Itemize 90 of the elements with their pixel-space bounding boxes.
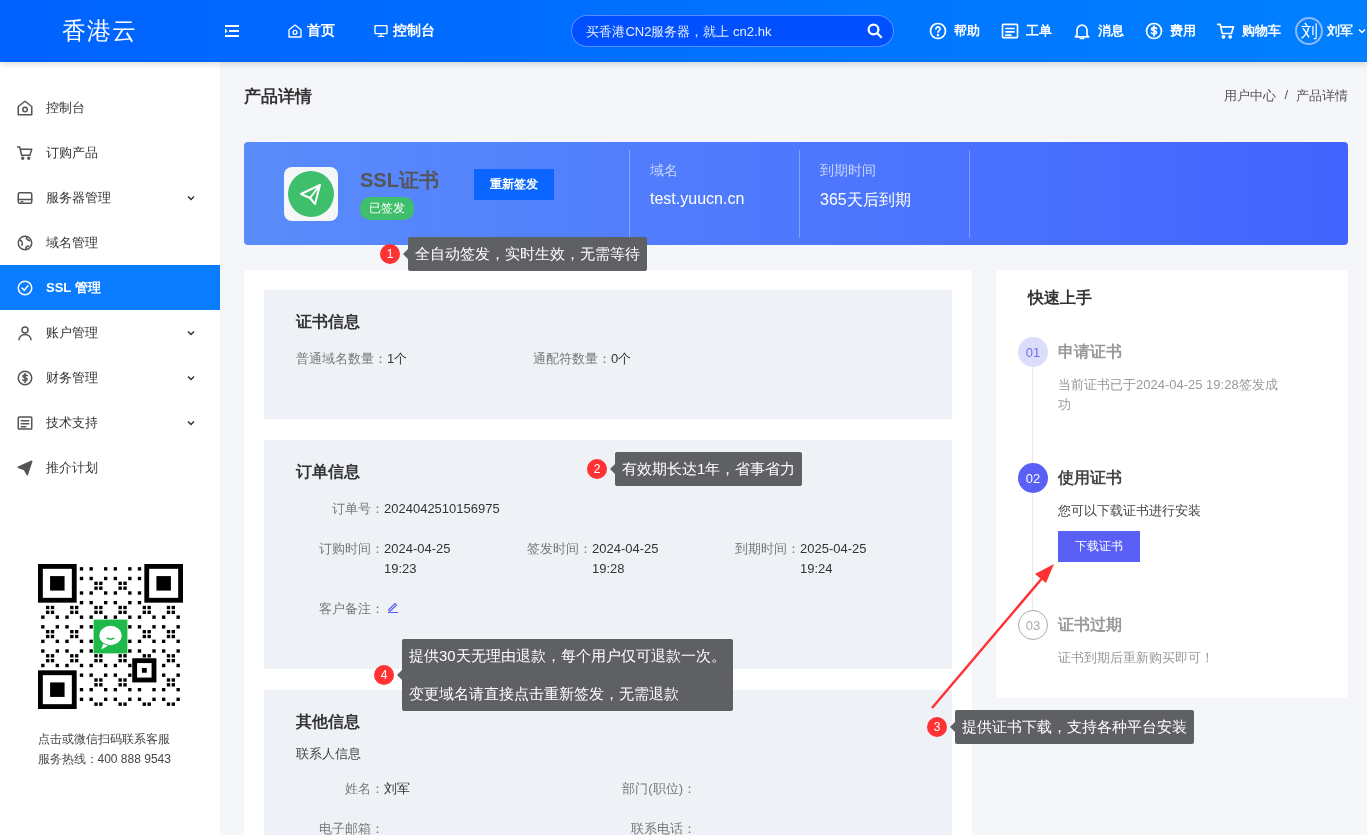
- monitor-icon: [373, 23, 390, 39]
- fact-value: test.yuucn.cn: [650, 189, 746, 208]
- sidebar-item[interactable]: 控制台: [0, 85, 220, 130]
- field-value: 1个: [387, 350, 408, 368]
- dollar-icon: [1144, 21, 1164, 41]
- fact-value: 365天后到期: [820, 189, 912, 210]
- callout-tooltip: 全自动签发，实时生效，无需等待: [403, 237, 647, 271]
- header-link[interactable]: 费用: [1144, 21, 1196, 41]
- paper-plane-icon: [16, 458, 34, 477]
- field-label: 电子邮箱：: [318, 820, 384, 835]
- hotline-text: 服务热线：400 888 9543: [37, 751, 172, 768]
- field-value: 0个: [611, 350, 632, 368]
- section-title: 其他信息: [296, 712, 360, 732]
- product-name: SSL证书: [360, 168, 439, 193]
- bell-icon: [1072, 21, 1092, 41]
- step-title: 使用证书: [1058, 468, 1123, 488]
- home-icon: [287, 23, 304, 39]
- field-value: 刘军: [384, 780, 410, 798]
- step-description: 当前证书已于2024-04-25 19:28签发成功: [1058, 376, 1279, 414]
- step-number: 03: [1018, 610, 1048, 640]
- sidebar-item[interactable]: SSL 管理: [0, 265, 220, 310]
- help-icon: [928, 21, 948, 41]
- section-title: 证书信息: [296, 312, 360, 332]
- sidebar-item[interactable]: 推介计划: [0, 445, 220, 490]
- user-avatar: 刘: [1295, 17, 1323, 45]
- step-number: 01: [1018, 337, 1048, 367]
- step-title: 申请证书: [1058, 342, 1123, 362]
- site-logo[interactable]: 香港云: [0, 15, 199, 47]
- menu-icon[interactable]: [225, 25, 240, 37]
- section-subtitle: 联系人信息: [296, 745, 361, 763]
- field-value: 2024042510156975: [384, 500, 500, 518]
- header-link[interactable]: 工单: [1000, 21, 1052, 41]
- field-label: 订单号：: [331, 500, 384, 518]
- fact-label: 到期时间: [820, 161, 877, 180]
- field-label: 到期时间：: [734, 540, 800, 558]
- cart-icon: [16, 143, 34, 162]
- header-link[interactable]: 购物车: [1216, 21, 1281, 41]
- field-label: 签发时间：: [526, 540, 592, 558]
- download-button[interactable]: 下载证书: [1058, 531, 1140, 562]
- nav-link[interactable]: 控制台: [373, 22, 436, 40]
- sidebar-item[interactable]: 域名管理: [0, 220, 220, 265]
- search-field[interactable]: 买香港CN2服务器，就上 cn2.hk: [571, 15, 894, 47]
- qr-code-drawing[interactable]: [37, 564, 183, 709]
- sidebar-item[interactable]: 订购产品: [0, 130, 220, 175]
- breadcrumb-separator: /: [1284, 87, 1288, 104]
- breadcrumb-link[interactable]: 用户中心: [1224, 87, 1277, 105]
- field-value: 2024-04-25 19:23: [384, 540, 452, 578]
- step-title: 证书过期: [1058, 615, 1123, 635]
- header-link[interactable]: 帮助: [928, 21, 980, 41]
- field-label: 客户备注：: [318, 600, 384, 618]
- chevron-down-icon: [1357, 26, 1367, 36]
- callout-tooltip: 提供证书下载，支持各种平台安装: [950, 710, 1194, 744]
- user-icon: [16, 323, 34, 342]
- search-icon[interactable]: [866, 22, 884, 40]
- step-description: 您可以下载证书进行安装: [1058, 502, 1202, 520]
- callout-tooltip: 有效期长达1年，省事省力: [610, 452, 803, 486]
- sidebar-item[interactable]: 账户管理: [0, 310, 220, 355]
- card-title: 快速上手: [1028, 288, 1093, 308]
- callout-number: 1: [380, 244, 400, 264]
- cart-icon: [1216, 21, 1236, 41]
- page-title: 产品详情: [244, 85, 312, 108]
- field-value: 2025-04-25 19:24: [800, 540, 868, 578]
- status-badge: 已签发: [360, 197, 414, 220]
- sidebar-item[interactable]: 技术支持: [0, 400, 220, 445]
- step-number: 02: [1018, 463, 1048, 493]
- dollar-icon: [16, 368, 34, 387]
- section-title: 订单信息: [296, 462, 360, 482]
- field-label: 部门(职位)：: [621, 780, 696, 798]
- sidebar-item[interactable]: 财务管理: [0, 355, 220, 400]
- step-description: 证书到期后重新购买即可！: [1058, 649, 1215, 667]
- field-label: 姓名：: [344, 780, 384, 798]
- product-logo: [284, 166, 338, 221]
- qr-caption: 点击或微信扫码联系客服: [37, 731, 171, 748]
- field-label: 联系电话：: [630, 820, 696, 835]
- document-icon: [1000, 21, 1020, 41]
- field-label: 通配符数量：: [533, 350, 611, 368]
- header-link[interactable]: 消息: [1072, 21, 1124, 41]
- fact-label: 域名: [650, 161, 679, 180]
- reissue-button[interactable]: 重新签发: [474, 169, 554, 200]
- field-value: 2024-04-25 19:28: [592, 540, 660, 578]
- globe-icon: [16, 233, 34, 252]
- field-label: 普通域名数量：: [296, 350, 387, 368]
- user-menu[interactable]: 刘 刘军: [1295, 17, 1367, 45]
- callout-tooltip: 提供30天无理由退款，每个用户仅可退款一次。 变更域名请直接点击重新签发，无需退款: [397, 639, 733, 711]
- check-circle-icon: [16, 278, 34, 297]
- field-label: 订购时间：: [318, 540, 384, 558]
- document-icon: [16, 413, 34, 432]
- sidebar-item[interactable]: 服务器管理: [0, 175, 220, 220]
- nav-link[interactable]: 首页: [287, 22, 336, 40]
- home-icon: [16, 98, 34, 117]
